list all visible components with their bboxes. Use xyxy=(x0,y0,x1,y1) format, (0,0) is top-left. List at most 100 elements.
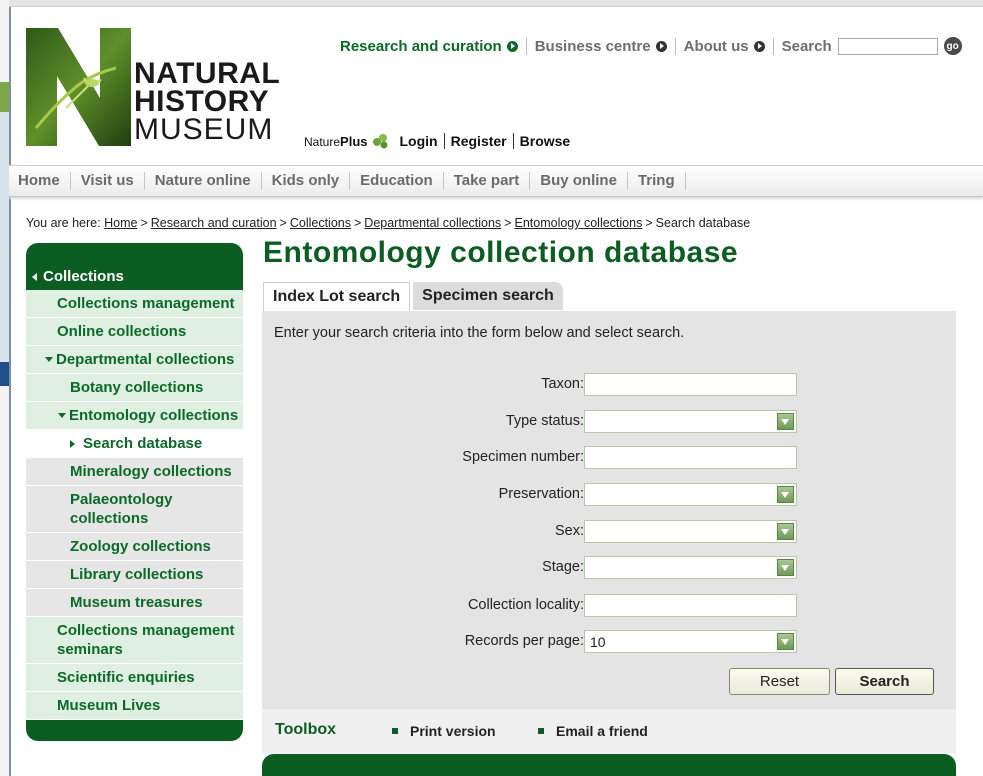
form-row-stage: Stage: xyxy=(262,556,956,580)
collection-locality-input[interactable] xyxy=(584,594,797,617)
stage-label: Stage: xyxy=(542,559,584,575)
utility-link-about[interactable]: About us xyxy=(676,37,774,55)
bullet-square-icon xyxy=(392,728,398,734)
sidebar-item-museum-lives[interactable]: Museum Lives xyxy=(26,692,243,720)
dropdown-arrow-icon[interactable] xyxy=(777,559,794,576)
logo-n-mark-icon xyxy=(26,28,131,146)
login-link[interactable]: Login xyxy=(394,133,445,149)
email-friend-label: Email a friend xyxy=(556,723,648,739)
logo-line-history: HISTORY xyxy=(134,85,270,118)
natureplus-bar: NaturePlus Login Register Browse xyxy=(304,133,576,149)
utility-link-label: About us xyxy=(683,37,749,55)
nav-buy-online[interactable]: Buy online xyxy=(530,172,628,190)
tab-index-lot-search[interactable]: Index Lot search xyxy=(263,282,411,311)
form-row-specimen-number: Specimen number: xyxy=(262,446,956,470)
breadcrumb-separator: > xyxy=(504,216,512,230)
site-search-input[interactable] xyxy=(837,37,938,55)
form-intro-text: Enter your search criteria into the form… xyxy=(274,325,685,341)
tab-specimen-search[interactable]: Specimen search xyxy=(413,282,563,310)
breadcrumb-entomology[interactable]: Entomology collections xyxy=(514,216,642,230)
preservation-select[interactable] xyxy=(584,483,797,506)
sidebar-item-palaeontology[interactable]: Palaeontology collections xyxy=(26,486,243,533)
natureplus-brand[interactable]: NaturePlus xyxy=(304,134,368,149)
sidebar-item-entomology[interactable]: Entomology collections xyxy=(26,402,243,430)
form-row-collection-locality: Collection locality: xyxy=(262,594,956,618)
sidebar-item-zoology[interactable]: Zoology collections xyxy=(26,533,243,561)
breadcrumb-separator: > xyxy=(279,216,287,230)
natureplus-prefix: Nature xyxy=(304,134,341,149)
stage-select[interactable] xyxy=(584,556,797,579)
utility-nav: Research and curation Business centre Ab… xyxy=(340,37,962,55)
nav-take-part[interactable]: Take part xyxy=(444,172,531,190)
register-link[interactable]: Register xyxy=(445,133,514,149)
sidebar: Collections Collections management Onlin… xyxy=(26,243,243,741)
sidebar-item-botany[interactable]: Botany collections xyxy=(26,374,243,402)
preservation-label: Preservation: xyxy=(498,486,584,502)
print-version-label: Print version xyxy=(410,723,496,739)
sidebar-item-label: Departmental collections xyxy=(56,351,235,368)
go-button[interactable]: go xyxy=(943,37,962,55)
browse-link[interactable]: Browse xyxy=(514,133,577,149)
sidebar-item-search-database[interactable]: Search database xyxy=(26,430,243,458)
records-per-page-label: Records per page: xyxy=(464,633,584,649)
nav-kids-only[interactable]: Kids only xyxy=(262,172,351,190)
records-per-page-select[interactable]: 10 xyxy=(584,630,797,653)
dropdown-arrow-icon[interactable] xyxy=(777,523,794,540)
breadcrumb-separator: > xyxy=(140,216,148,230)
arrow-circle-icon xyxy=(753,40,765,52)
breadcrumb-separator: > xyxy=(645,216,653,230)
nav-tring[interactable]: Tring xyxy=(628,172,686,190)
caret-down-icon xyxy=(45,356,53,362)
sidebar-item-online-collections[interactable]: Online collections xyxy=(26,318,243,346)
specimen-number-input[interactable] xyxy=(584,446,797,469)
museum-logo[interactable]: NATURAL HISTORY MUSEUM xyxy=(26,28,281,153)
dropdown-arrow-icon[interactable] xyxy=(777,486,794,503)
main-nav: Home Visit us Nature online Kids only Ed… xyxy=(9,165,983,197)
utility-link-business[interactable]: Business centre xyxy=(527,37,676,55)
utility-link-label: Research and curation xyxy=(340,37,502,55)
toolbox-title: Toolbox xyxy=(275,721,337,738)
sidebar-item-label: Search database xyxy=(83,435,203,452)
sidebar-heading-label: Collections xyxy=(43,268,124,285)
sidebar-item-library[interactable]: Library collections xyxy=(26,561,243,589)
natureplus-leaf-icon xyxy=(372,134,387,149)
sidebar-item-scientific-enquiries[interactable]: Scientific enquiries xyxy=(26,664,243,692)
arrow-circle-icon xyxy=(506,40,518,52)
dropdown-arrow-icon[interactable] xyxy=(777,413,794,430)
print-version-link[interactable]: Print version xyxy=(392,723,496,739)
specimen-number-label: Specimen number: xyxy=(462,449,584,465)
nav-education[interactable]: Education xyxy=(350,172,444,190)
nav-home[interactable]: Home xyxy=(9,172,71,190)
taxon-input[interactable] xyxy=(584,373,797,396)
sex-label: Sex: xyxy=(554,523,584,539)
breadcrumb-separator: > xyxy=(353,216,362,230)
breadcrumb-collections[interactable]: Collections xyxy=(290,216,351,230)
reset-button[interactable]: Reset xyxy=(729,668,830,695)
search-form-panel: Enter your search criteria into the form… xyxy=(262,311,956,709)
search-button[interactable]: Search xyxy=(835,668,934,695)
nav-nature-online[interactable]: Nature online xyxy=(145,172,262,190)
type-status-select[interactable] xyxy=(584,410,797,433)
footer-bar xyxy=(262,754,956,776)
sidebar-item-mineralogy[interactable]: Mineralogy collections xyxy=(26,458,243,486)
sex-select[interactable] xyxy=(584,520,797,543)
sidebar-item-departmental-collections[interactable]: Departmental collections xyxy=(26,346,243,374)
email-friend-link[interactable]: Email a friend xyxy=(538,723,648,739)
caret-down-icon xyxy=(58,412,66,418)
form-row-sex: Sex: xyxy=(262,520,956,544)
form-row-records-per-page: Records per page: 10 xyxy=(262,630,956,654)
sidebar-heading-collections[interactable]: Collections xyxy=(26,263,243,290)
sidebar-item-museum-treasures[interactable]: Museum treasures xyxy=(26,589,243,617)
utility-link-research[interactable]: Research and curation xyxy=(340,37,527,55)
nav-visit-us[interactable]: Visit us xyxy=(71,172,145,190)
form-row-preservation: Preservation: xyxy=(262,483,956,507)
breadcrumb-departmental[interactable]: Departmental collections xyxy=(364,216,501,230)
sidebar-item-cm-seminars[interactable]: Collections management seminars xyxy=(26,617,243,664)
breadcrumb-home[interactable]: Home xyxy=(104,216,137,230)
caret-right-icon xyxy=(70,439,75,448)
logo-wordmark: NATURAL HISTORY MUSEUM xyxy=(134,59,280,145)
sidebar-item-collections-management[interactable]: Collections management xyxy=(26,290,243,318)
breadcrumb-research[interactable]: Research and curation xyxy=(151,216,277,230)
dropdown-arrow-icon[interactable] xyxy=(777,633,794,650)
caret-left-icon xyxy=(32,272,37,281)
